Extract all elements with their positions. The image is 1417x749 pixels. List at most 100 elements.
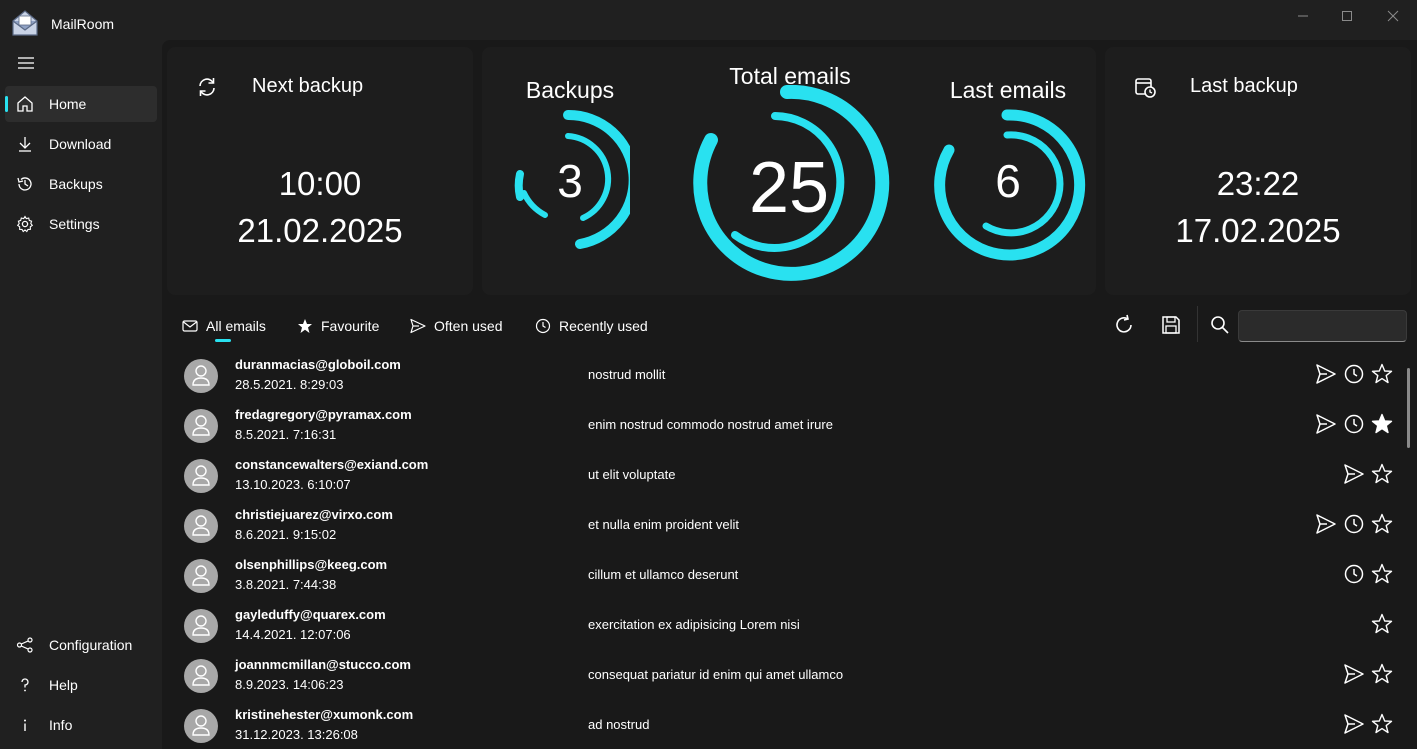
minimize-button[interactable] xyxy=(1280,0,1326,32)
email-date: 31.12.2023. 13:26:08 xyxy=(235,727,358,742)
question-icon xyxy=(21,678,29,692)
sidebar-item-home[interactable]: Home xyxy=(5,86,157,122)
email-address: olsenphillips@keeg.com xyxy=(235,557,388,572)
email-date: 8.5.2021. 7:16:31 xyxy=(235,427,337,442)
close-button[interactable] xyxy=(1370,0,1416,32)
next-backup-date: 21.02.2025 xyxy=(237,212,403,249)
active-tab-indicator xyxy=(215,339,231,342)
star-outline-icon[interactable] xyxy=(1371,513,1393,535)
email-subject: enim nostrud commodo nostrud amet irure xyxy=(588,417,833,432)
email-row[interactable]: duranmacias@globoil.com 28.5.2021. 8:29:0… xyxy=(162,350,1402,400)
download-icon xyxy=(19,137,31,152)
tab-label: Favourite xyxy=(321,318,380,334)
user-icon xyxy=(192,465,210,486)
mailroom-logo-icon xyxy=(12,10,38,36)
email-subject: exercitation ex adipisicing Lorem nisi xyxy=(588,617,800,632)
avatar xyxy=(184,459,218,493)
sidebar-item-info[interactable]: Info xyxy=(5,707,157,743)
email-subject: nostrud mollit xyxy=(588,367,666,382)
star-outline-icon[interactable] xyxy=(1371,563,1393,585)
user-icon xyxy=(192,515,210,536)
sidebar-item-download[interactable]: Download xyxy=(5,126,157,162)
user-icon xyxy=(192,665,210,686)
last-backup-title: Last backup xyxy=(1190,75,1298,97)
star-outline-icon[interactable] xyxy=(1371,613,1393,635)
email-row[interactable]: joannmcmillan@stucco.com 8.9.2023. 14:06:… xyxy=(162,650,1402,700)
clock-icon[interactable] xyxy=(1343,563,1365,585)
sidebar-item-label: Settings xyxy=(49,216,100,232)
star-outline-icon[interactable] xyxy=(1371,713,1393,735)
sidebar-item-help[interactable]: Help xyxy=(5,667,157,703)
email-row[interactable]: constancewalters@exiand.com 13.10.2023. 6… xyxy=(162,450,1402,500)
send-icon[interactable] xyxy=(1343,713,1365,735)
avatar xyxy=(184,659,218,693)
email-row[interactable]: fredagregory@pyramax.com 8.5.2021. 7:16:3… xyxy=(162,400,1402,450)
email-address: fredagregory@pyramax.com xyxy=(235,407,412,422)
selection-indicator xyxy=(5,96,8,112)
app-title: MailRoom xyxy=(51,16,115,32)
tab-all-emails[interactable]: All emails xyxy=(182,316,266,336)
star-filled-icon xyxy=(298,319,312,333)
gear-icon xyxy=(16,215,34,233)
last-backup-time: 23:22 xyxy=(1216,165,1300,202)
close-icon xyxy=(1387,10,1399,22)
tab-recently-used[interactable]: Recently used xyxy=(535,316,648,336)
email-row[interactable]: olsenphillips@keeg.com 3.8.2021. 7:44:38 c… xyxy=(162,550,1402,600)
home-icon xyxy=(17,96,33,112)
sidebar-item-label: Home xyxy=(49,96,87,112)
email-subject: consequat pariatur id enim qui amet ulla… xyxy=(588,667,844,682)
user-icon xyxy=(192,565,210,586)
star-outline-icon[interactable] xyxy=(1371,463,1393,485)
sync-icon xyxy=(199,78,215,96)
email-row[interactable]: christiejuarez@virxo.com 8.6.2021. 9:15:0… xyxy=(162,500,1402,550)
sidebar-item-settings[interactable]: Settings xyxy=(5,206,157,242)
email-subject: et nulla enim proident velit xyxy=(588,517,740,532)
sidebar-item-configuration[interactable]: Configuration xyxy=(5,627,157,663)
send-icon[interactable] xyxy=(1315,413,1337,435)
email-row[interactable]: kristinehester@xumonk.com 31.12.2023. 13:… xyxy=(162,700,1402,749)
clock-icon xyxy=(535,318,551,334)
backups-title: Backups xyxy=(525,77,615,103)
backups-value: 3 xyxy=(557,155,583,207)
stats-card: Backups Total emails Last emails 3 25 6 xyxy=(482,47,1096,295)
refresh-icon[interactable] xyxy=(1112,313,1136,337)
star-filled-icon[interactable] xyxy=(1371,413,1393,435)
send-icon[interactable] xyxy=(1343,463,1365,485)
scrollbar[interactable] xyxy=(1407,368,1410,448)
email-row[interactable]: gayleduffy@quarex.com 14.4.2021. 12:07:06… xyxy=(162,600,1402,650)
last-backup-card: Last backup 23:22 17.02.2025 xyxy=(1105,47,1411,295)
email-date: 3.8.2021. 7:44:38 xyxy=(235,577,337,592)
email-date: 14.4.2021. 12:07:06 xyxy=(235,627,351,642)
email-subject: ut elit voluptate xyxy=(588,467,676,482)
clock-icon[interactable] xyxy=(1343,513,1365,535)
search-icon[interactable] xyxy=(1208,313,1232,337)
user-icon xyxy=(192,365,210,386)
send-icon[interactable] xyxy=(1315,363,1337,385)
star-outline-icon[interactable] xyxy=(1371,363,1393,385)
clock-icon[interactable] xyxy=(1343,363,1365,385)
email-address: christiejuarez@virxo.com xyxy=(235,507,393,522)
sidebar-item-label: Configuration xyxy=(49,637,133,653)
last-backup-date: 17.02.2025 xyxy=(1175,212,1341,249)
clock-icon[interactable] xyxy=(1343,413,1365,435)
search-input[interactable] xyxy=(1238,310,1407,342)
tab-favourite[interactable]: Favourite xyxy=(297,316,379,336)
info-icon xyxy=(24,719,26,731)
toolbar-divider xyxy=(1197,306,1198,342)
avatar xyxy=(184,509,218,543)
tab-often-used[interactable]: Often used xyxy=(410,316,503,336)
sidebar-item-label: Backups xyxy=(49,176,103,192)
send-icon[interactable] xyxy=(1343,663,1365,685)
avatar xyxy=(184,409,218,443)
last-emails-title: Last emails xyxy=(949,77,1067,103)
email-subject: cillum et ullamco deserunt xyxy=(588,567,739,582)
maximize-button[interactable] xyxy=(1324,0,1370,32)
email-date: 13.10.2023. 6:10:07 xyxy=(235,477,351,492)
hamburger-menu-icon[interactable] xyxy=(17,56,35,70)
save-icon[interactable] xyxy=(1159,313,1183,337)
calendar-clock-icon xyxy=(1135,78,1156,98)
user-icon xyxy=(192,415,210,436)
sidebar-item-backups[interactable]: Backups xyxy=(5,166,157,202)
star-outline-icon[interactable] xyxy=(1371,663,1393,685)
send-icon[interactable] xyxy=(1315,513,1337,535)
